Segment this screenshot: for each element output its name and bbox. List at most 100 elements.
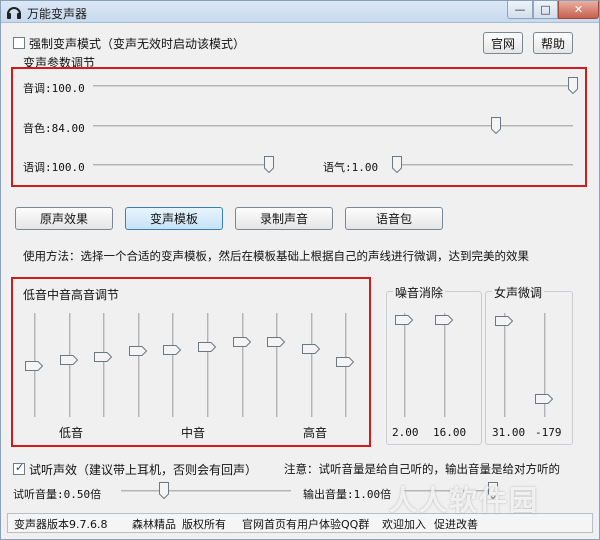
noise-title: 噪音消除 <box>393 284 446 301</box>
slider-thumb[interactable] <box>232 336 251 348</box>
headphones-icon <box>7 7 21 19</box>
equalizer-title: 低音中音高音调节 <box>23 288 120 302</box>
status-links[interactable]: 官网首页有用户体验QQ群 <box>242 516 369 532</box>
slider-thumb[interactable] <box>491 117 502 135</box>
eq-slider-9[interactable] <box>301 313 322 417</box>
slider-thumb[interactable] <box>301 343 321 355</box>
force-mode-label: 强制变声模式（变声无效时启动该模式） <box>29 37 246 51</box>
status-promote: 促进改善 <box>434 518 478 531</box>
slider-track[interactable] <box>241 313 244 417</box>
output-volume-label: 输出音量:1.00倍 <box>303 488 392 501</box>
slider-track[interactable] <box>401 490 493 492</box>
slider-thumb[interactable] <box>198 341 217 353</box>
noise-value-2: 16.00 <box>433 426 467 439</box>
voice-template-button[interactable]: 变声模板 <box>125 207 223 230</box>
status-bar: 变声器版本9.7.6.8 森林精品 版权所有 官网首页有用户体验QQ群 欢迎加入… <box>7 513 593 533</box>
original-sound-button[interactable]: 原声效果 <box>15 207 113 230</box>
slider-thumb[interactable] <box>495 315 514 327</box>
slider-thumb[interactable] <box>264 156 274 174</box>
treble-label: 高音 <box>303 426 328 440</box>
slider-thumb[interactable] <box>395 314 414 326</box>
noise-value-1: 2.00 <box>392 426 419 439</box>
slider-track[interactable] <box>121 490 291 492</box>
status-join: 欢迎加入 <box>382 518 426 531</box>
listen-volume-label: 试听音量:0.50倍 <box>13 488 102 501</box>
slider-track[interactable] <box>397 164 573 166</box>
eq-slider-7[interactable] <box>232 313 253 417</box>
slider-thumb[interactable] <box>25 360 44 371</box>
slider-thumb[interactable] <box>488 482 498 500</box>
listen-volume-slider[interactable] <box>121 481 291 501</box>
speed-label: 语调:100.0 <box>23 161 85 174</box>
mid-label: 中音 <box>181 426 206 440</box>
record-sound-button[interactable]: 录制声音 <box>235 207 333 230</box>
slider-thumb[interactable] <box>392 156 402 174</box>
pitch-label: 音调:100.0 <box>23 82 85 95</box>
slider-track[interactable] <box>207 313 209 417</box>
eq-slider-10[interactable] <box>336 313 356 417</box>
minimize-icon: — <box>514 3 526 16</box>
slider-track[interactable] <box>172 313 175 417</box>
female-title: 女声微调 <box>492 284 545 301</box>
tone-slider[interactable] <box>392 155 573 175</box>
status-version: 变声器版本9.7.6.8 <box>14 518 108 531</box>
maximize-icon: □ <box>540 3 551 16</box>
output-volume-slider[interactable] <box>401 481 498 501</box>
eq-slider-8[interactable] <box>267 313 287 417</box>
slider-track[interactable] <box>404 313 406 417</box>
monitor-checkbox[interactable] <box>13 461 25 475</box>
bass-label: 低音 <box>59 426 84 440</box>
window-title: 万能变声器 <box>27 7 88 21</box>
maximize-button[interactable]: □ <box>533 1 558 19</box>
speed-slider[interactable] <box>93 155 274 175</box>
pitch-slider[interactable] <box>93 76 578 96</box>
noise-slider-2[interactable] <box>435 313 455 417</box>
eq-slider-3[interactable] <box>94 313 114 417</box>
slider-thumb[interactable] <box>94 351 113 362</box>
website-button[interactable]: 官网 <box>483 32 523 54</box>
slider-track[interactable] <box>310 313 313 417</box>
female-slider-1[interactable] <box>495 313 515 417</box>
title-bar[interactable]: 万能变声器 — □ ✕ <box>1 1 599 23</box>
slider-track[interactable] <box>276 313 279 417</box>
slider-track[interactable] <box>68 313 71 417</box>
slider-track[interactable] <box>93 85 573 87</box>
slider-thumb[interactable] <box>158 482 169 500</box>
tone-label: 语气:1.00 <box>323 161 379 174</box>
slider-thumb[interactable] <box>128 345 148 357</box>
slider-track[interactable] <box>444 313 446 417</box>
close-button[interactable]: ✕ <box>558 1 599 19</box>
slider-thumb[interactable] <box>568 77 578 95</box>
monitor-note: 注意：试听音量是给自己听的，输出音量是给对方听的 <box>284 462 560 476</box>
slider-track[interactable] <box>137 313 140 417</box>
usage-text: 使用方法：选择一个合适的变声模板，然后在模板基础上根据自己的声线进行微调，达到完… <box>23 249 529 263</box>
slider-thumb[interactable] <box>336 356 355 367</box>
female-slider-2[interactable] <box>535 313 555 417</box>
slider-thumb[interactable] <box>267 336 286 348</box>
timbre-slider[interactable] <box>93 116 573 136</box>
eq-slider-5[interactable] <box>163 313 183 417</box>
force-mode-checkbox[interactable] <box>13 37 25 49</box>
female-value-1: 31.00 <box>492 426 526 439</box>
voice-pack-button[interactable]: 语音包 <box>345 207 443 230</box>
eq-slider-1[interactable] <box>25 313 45 417</box>
help-button[interactable]: 帮助 <box>533 32 573 54</box>
noise-slider-1[interactable] <box>395 313 415 417</box>
slider-thumb[interactable] <box>163 344 182 356</box>
status-rights: 版权所有 <box>182 518 226 531</box>
eq-slider-4[interactable] <box>128 313 149 417</box>
slider-thumb[interactable] <box>435 314 454 326</box>
minimize-button[interactable]: — <box>507 1 533 19</box>
main-window: 万能变声器 — □ ✕ 强制变声模式（变声无效时启动该模式） 官网 帮助 变声参… <box>0 0 600 540</box>
female-value-2: -179 <box>535 426 562 439</box>
slider-thumb[interactable] <box>535 393 554 405</box>
eq-slider-6[interactable] <box>198 313 218 417</box>
slider-track[interactable] <box>93 164 269 166</box>
status-author: 森林精品 <box>132 518 176 531</box>
slider-track[interactable] <box>504 313 506 417</box>
close-icon: ✕ <box>573 3 584 16</box>
monitor-label: 试听声效（建议带上耳机，否则会有回声） <box>29 463 258 477</box>
eq-slider-2[interactable] <box>59 313 80 417</box>
slider-track[interactable] <box>103 313 106 417</box>
slider-thumb[interactable] <box>59 354 78 365</box>
